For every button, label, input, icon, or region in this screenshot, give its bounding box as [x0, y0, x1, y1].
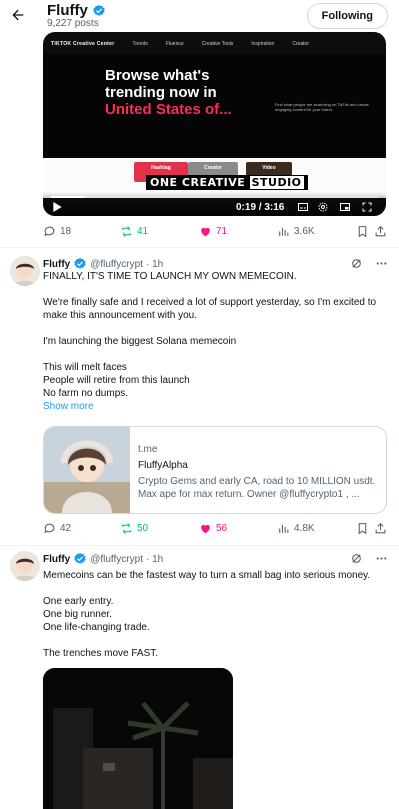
back-arrow-icon[interactable]: [10, 7, 26, 23]
video-player[interactable]: TIKTOK Creative Center Trends Fluence Cr…: [43, 32, 386, 216]
settings-gear-icon[interactable]: [317, 201, 329, 213]
author-name[interactable]: Fluffy: [43, 259, 70, 270]
video-headline-highlight: United States of...: [105, 101, 232, 118]
video-brand-overlay: ONE CREATIVE STUDIO: [146, 175, 308, 190]
share-icon[interactable]: [374, 522, 387, 535]
author-name[interactable]: Fluffy: [43, 554, 70, 565]
link-description: Crypto Gems and early CA, road to 10 MIL…: [138, 476, 376, 500]
tweet-paragraph: We're finally safe and I received a lot …: [43, 297, 377, 321]
link-domain: t.me: [138, 444, 158, 455]
views-bar-icon: [279, 227, 289, 236]
avatar[interactable]: [10, 256, 40, 286]
show-more-link[interactable]: Show more: [43, 400, 388, 413]
repost-button[interactable]: 50: [120, 522, 148, 535]
link-title: FluffyAlpha: [138, 460, 188, 471]
profile-header: Fluffy 9,227 posts Following: [0, 0, 399, 32]
bookmark-icon[interactable]: [356, 225, 369, 238]
tweet-text: FINALLY, IT'S TIME TO LAUNCH MY OWN MEME…: [43, 270, 388, 413]
views-button[interactable]: 4.8K: [277, 522, 315, 535]
reply-button[interactable]: 42: [43, 522, 71, 535]
video-nav-item: TIKTOK Creative Center: [51, 41, 115, 47]
following-button[interactable]: Following: [306, 3, 388, 29]
video-nav-item: Inspiration: [251, 41, 275, 47]
tweet-header: Fluffy @fluffycrypt · 1h: [43, 552, 163, 566]
author-handle[interactable]: @fluffycrypt: [90, 554, 143, 565]
verified-badge-icon: [74, 257, 86, 269]
avatar[interactable]: [10, 551, 40, 581]
video-nav-item: Fluence: [165, 41, 184, 47]
reply-icon: [44, 226, 55, 237]
bookmark-icon[interactable]: [356, 522, 369, 535]
tweet-tools: [350, 257, 388, 270]
night-scene-image-icon: [43, 668, 233, 809]
avatar-image-icon: [10, 551, 40, 581]
views-button[interactable]: 3.6K: [277, 225, 315, 238]
more-options-icon[interactable]: [375, 552, 388, 565]
verified-badge-icon: [74, 552, 86, 564]
divider: [0, 247, 399, 248]
video-site-nav: TIKTOK Creative Center Trends Fluence Cr…: [43, 38, 386, 50]
repost-button[interactable]: 41: [120, 225, 148, 238]
reply-icon: [44, 523, 55, 534]
video-nav-item: Creator: [292, 41, 310, 47]
more-options-icon[interactable]: [375, 257, 388, 270]
repost-icon: [122, 226, 131, 237]
link-card-text: t.me FluffyAlpha Crypto Gems and early C…: [138, 443, 378, 501]
grok-icon[interactable]: [350, 257, 363, 270]
avatar-image-icon: [10, 256, 40, 286]
tweet-tools: [350, 552, 388, 565]
tweet-paragraph: This will melt faces People will retire …: [43, 362, 190, 399]
tweet-media-image[interactable]: [43, 668, 233, 809]
author-handle[interactable]: @fluffycrypt: [90, 259, 143, 270]
video-time: 0:19 / 3:16: [236, 202, 285, 213]
video-controls: 0:19 / 3:16: [43, 192, 386, 216]
tweet-text: Memecoins can be the fastest way to turn…: [43, 569, 388, 660]
heart-filled-icon: [201, 227, 210, 237]
profile-name: Fluffy: [47, 2, 106, 19]
repost-icon: [122, 523, 131, 534]
video-nav-item: Creative Tools: [201, 41, 234, 47]
link-card[interactable]: t.me FluffyAlpha Crypto Gems and early C…: [43, 426, 387, 514]
picture-in-picture-icon[interactable]: [339, 201, 351, 213]
fullscreen-icon[interactable]: [361, 201, 373, 213]
link-card-image: [44, 427, 130, 513]
grok-icon[interactable]: [350, 552, 363, 565]
video-hero: Browse what's trending now in United Sta…: [43, 54, 386, 158]
share-icon[interactable]: [374, 225, 387, 238]
like-button[interactable]: 71: [199, 225, 227, 238]
video-progress-fill: [51, 196, 84, 198]
post-actions: 18 41 71 3.6K: [43, 225, 388, 243]
post-actions: 42 50 56 4.8K: [43, 522, 388, 540]
reply-button[interactable]: 18: [43, 225, 71, 238]
tweet-paragraph: FINALLY, IT'S TIME TO LAUNCH MY OWN MEME…: [43, 271, 297, 282]
subtitles-icon[interactable]: [297, 201, 309, 213]
video-headline: Browse what's trending now in: [105, 67, 217, 101]
video-nav-item: Trends: [132, 41, 148, 47]
tweet-header: Fluffy @fluffycrypt · 1h: [43, 257, 163, 271]
video-progress-bar[interactable]: [51, 196, 378, 198]
tweet-paragraph: One early entry. One big runner. One lif…: [43, 596, 150, 633]
like-button[interactable]: 56: [199, 522, 227, 535]
heart-filled-icon: [201, 524, 210, 534]
verified-badge-icon: [93, 4, 105, 16]
anime-character-icon: [44, 427, 130, 513]
video-side-text: Find what people are searching on TikTok…: [275, 102, 369, 112]
tweet-paragraph: The trenches move FAST.: [43, 648, 159, 659]
post-time[interactable]: · 1h: [146, 554, 163, 565]
views-bar-icon: [279, 524, 289, 533]
tweet-paragraph: I'm launching the biggest Solana memecoi…: [43, 336, 237, 347]
play-icon[interactable]: [53, 202, 62, 212]
tweet-paragraph: Memecoins can be the fastest way to turn…: [43, 570, 371, 581]
post-count: 9,227 posts: [47, 18, 99, 29]
post-time[interactable]: · 1h: [146, 259, 163, 270]
divider: [0, 545, 399, 546]
